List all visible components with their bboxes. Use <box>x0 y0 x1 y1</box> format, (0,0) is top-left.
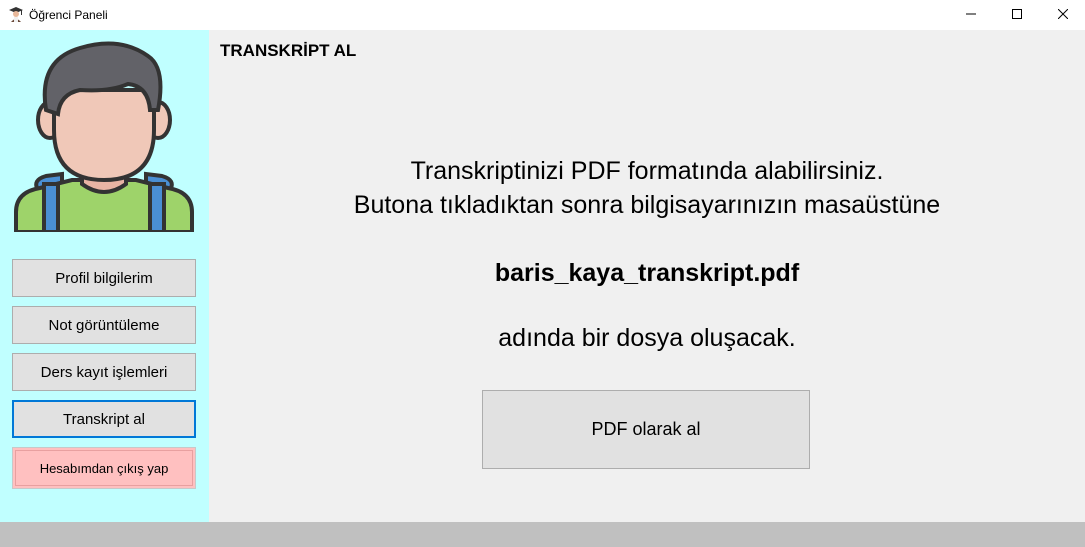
sidebar-item-course-registration[interactable]: Ders kayıt işlemleri <box>12 353 196 391</box>
close-button[interactable] <box>1040 0 1085 30</box>
title-bar: Öğrenci Paneli <box>0 0 1085 30</box>
close-icon <box>1057 6 1069 24</box>
get-pdf-button[interactable]: PDF olarak al <box>482 390 810 469</box>
maximize-icon <box>1012 6 1022 24</box>
transcript-filename: baris_kaya_transkript.pdf <box>494 259 800 287</box>
student-avatar-icon <box>10 40 198 234</box>
sidebar-item-transcript[interactable]: Transkript al <box>12 400 196 438</box>
info-line-1: Transkriptinizi PDF formatında alabilirs… <box>410 157 884 185</box>
maximize-button[interactable] <box>994 0 1040 30</box>
main-panel: TRANSKRİPT AL Transkriptinizi PDF format… <box>209 30 1085 522</box>
info-line-2: Butona tıkladıktan sonra bilgisayarınızı… <box>353 191 941 219</box>
minimize-icon <box>966 6 976 24</box>
sidebar: Profil bilgilerim Not görüntüleme Ders k… <box>0 30 209 522</box>
sidebar-item-profile[interactable]: Profil bilgilerim <box>12 259 196 297</box>
window-title: Öğrenci Paneli <box>29 8 108 22</box>
logout-button-label: Hesabımdan çıkış yap <box>15 450 193 486</box>
page-title: TRANSKRİPT AL <box>220 41 357 60</box>
info-line-3: adında bir dosya oluşacak. <box>498 324 796 352</box>
minimize-button[interactable] <box>948 0 994 30</box>
status-bar <box>0 522 1085 547</box>
logout-button[interactable]: Hesabımdan çıkış yap <box>12 447 196 489</box>
graduate-icon <box>8 6 24 22</box>
sidebar-item-grades[interactable]: Not görüntüleme <box>12 306 196 344</box>
